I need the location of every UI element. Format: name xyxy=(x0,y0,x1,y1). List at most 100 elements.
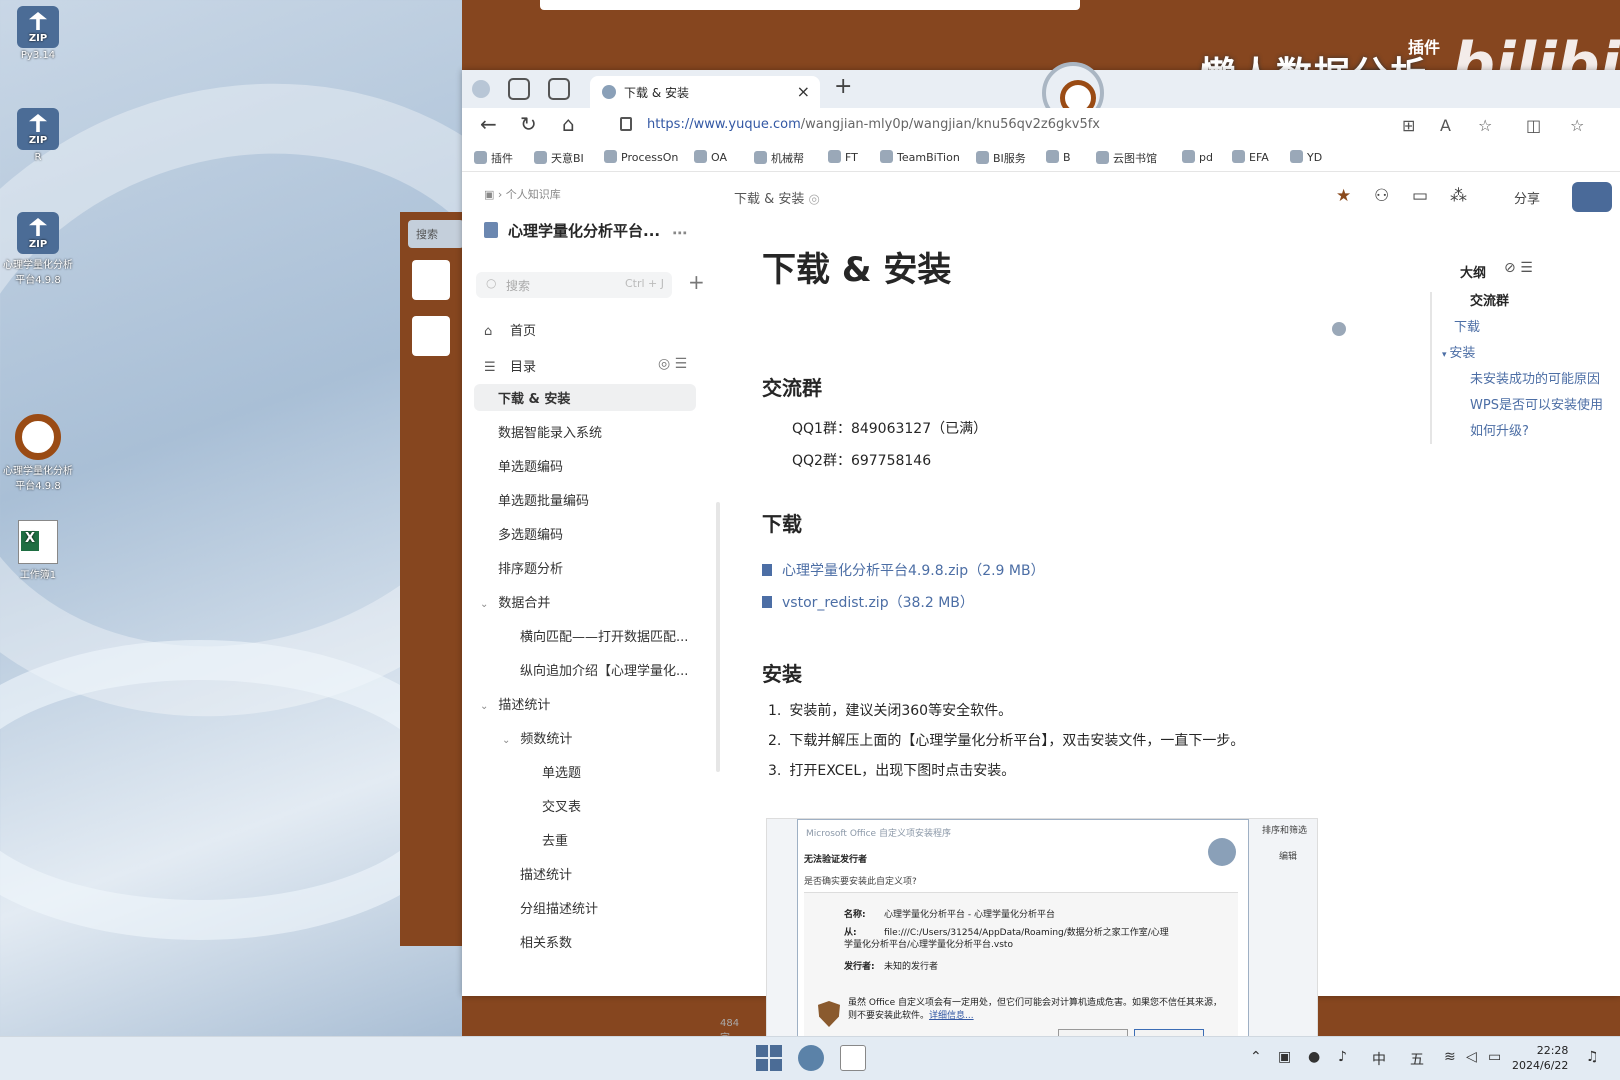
chevron-down-icon[interactable]: ⌄ xyxy=(480,599,488,610)
chevron-down-icon[interactable]: ⌄ xyxy=(480,701,488,712)
toc-tools[interactable]: ◎ ☰ xyxy=(658,356,687,372)
attachment-link[interactable]: 心理学量化分析平台4.9.8.zip（2.9 MB） xyxy=(762,560,1045,580)
read-aloud-icon[interactable]: A xyxy=(1440,116,1451,135)
outline-item[interactable]: ▾ 安装 xyxy=(1442,342,1475,361)
toc-item[interactable]: ⌄ 描述统计 xyxy=(480,694,550,713)
bookmark[interactable]: 天意BI xyxy=(534,150,584,166)
toc-item[interactable]: 单选题批量编码 xyxy=(498,490,589,509)
toc-item[interactable]: 排序题分析 xyxy=(498,558,563,577)
tab-actions-icon[interactable] xyxy=(548,78,570,100)
edge-icon[interactable] xyxy=(798,1045,824,1071)
bookmark[interactable]: 机械帮 xyxy=(754,150,804,166)
excel-icon[interactable] xyxy=(840,1045,866,1071)
wallpaper-band xyxy=(462,0,1620,70)
sidebar-item-home[interactable]: ⌂ 首页 xyxy=(484,320,536,339)
toc-item[interactable]: 去重 xyxy=(542,830,568,849)
present-icon[interactable]: ▭ xyxy=(1412,186,1428,206)
favorite-star-icon[interactable]: ☆ xyxy=(1478,116,1492,135)
wifi-icon[interactable]: ≋ xyxy=(1444,1049,1456,1065)
breadcrumb[interactable]: ▣ › 个人知识库 xyxy=(484,186,561,202)
bookmark[interactable]: FT xyxy=(828,150,858,164)
window-edge xyxy=(540,0,1080,10)
toc-item[interactable]: ⌄ 频数统计 xyxy=(502,728,572,747)
desktop-icon-platform-app[interactable]: 心理学量化分析平台4.9.8 xyxy=(0,414,76,492)
toc-item[interactable]: 纵向追加介绍【心理学量化... xyxy=(520,660,688,679)
sidebar-scrollbar[interactable] xyxy=(716,502,720,772)
close-icon[interactable]: × xyxy=(797,82,810,101)
outline-item[interactable]: 如何升级? xyxy=(1470,420,1529,439)
bookmark[interactable]: B xyxy=(1046,150,1071,164)
bookmark[interactable]: YD xyxy=(1290,150,1322,164)
info-icon[interactable] xyxy=(1332,322,1346,336)
tab-active[interactable]: 下载 & 安装 × xyxy=(590,76,820,108)
profile-icon[interactable] xyxy=(472,80,490,98)
toc-item[interactable]: 数据智能录入系统 xyxy=(498,422,602,441)
heading-download: 下载 xyxy=(762,512,802,536)
favorites-icon[interactable]: ☆ xyxy=(1570,116,1584,135)
tray-app-icon[interactable]: ▣ xyxy=(1278,1049,1291,1065)
ime-language[interactable]: 中 xyxy=(1372,1049,1386,1069)
outline-tools[interactable]: ⊘ ☰ xyxy=(1504,260,1533,276)
attachment-link[interactable]: vstor_redist.zip（38.2 MB） xyxy=(762,592,974,612)
toc-item[interactable]: 多选题编码 xyxy=(498,524,563,543)
toc-item[interactable]: 单选题 xyxy=(542,762,581,781)
sidebar-search-input[interactable]: ○ 搜索 Ctrl + J xyxy=(476,272,672,298)
mic-icon[interactable]: ♪ xyxy=(1338,1049,1347,1065)
kb-title[interactable]: 心理学量化分析平台... ⋯ xyxy=(484,220,697,242)
qq-icon[interactable]: ● xyxy=(1308,1049,1320,1065)
bookmark[interactable]: 云图书馆 xyxy=(1096,150,1157,166)
outline-item[interactable]: WPS是否可以安装使用 xyxy=(1470,394,1603,413)
toc-item[interactable]: ⌄ 数据合并 xyxy=(480,592,550,611)
bookmark[interactable]: OA xyxy=(694,150,727,164)
toc-item[interactable]: 横向匹配——打开数据匹配... xyxy=(520,626,688,645)
edit-button[interactable] xyxy=(1572,182,1612,212)
desktop-icon-py[interactable]: ZIP Py3.14 xyxy=(0,6,76,61)
toc-item[interactable]: 交叉表 xyxy=(542,796,581,815)
add-doc-button[interactable]: + xyxy=(688,270,705,294)
panel-search[interactable]: 搜索 xyxy=(408,220,464,248)
doc-breadcrumb[interactable]: 下载 & 安装 ◎ xyxy=(734,188,820,207)
toc-item[interactable]: 分组描述统计 xyxy=(520,898,598,917)
desktop-icon-r[interactable]: ZIP R xyxy=(0,108,76,163)
bookmark[interactable]: BI服务 xyxy=(976,150,1026,166)
battery-icon[interactable]: ▭ xyxy=(1488,1049,1501,1065)
toc-item[interactable]: 单选题编码 xyxy=(498,456,563,475)
start-button[interactable] xyxy=(756,1045,782,1071)
outline-item[interactable]: 交流群 xyxy=(1470,290,1509,309)
back-icon[interactable]: ← xyxy=(480,112,497,136)
notification-icon[interactable]: ♫ xyxy=(1586,1049,1599,1065)
outline-item[interactable]: 下载 xyxy=(1454,316,1480,335)
sidebar-item-toc[interactable]: ☰ 目录 xyxy=(484,356,536,375)
desktop-icon-workbook[interactable]: X 工作簿1 xyxy=(0,520,76,581)
collections-icon[interactable] xyxy=(508,78,530,100)
url-input[interactable]: https://www.yuque.com/wangjian-mly0p/wan… xyxy=(647,117,1100,132)
chevron-down-icon[interactable]: ⌄ xyxy=(502,735,510,746)
new-tab-button[interactable]: + xyxy=(834,74,852,99)
toc-item[interactable]: 描述统计 xyxy=(520,864,572,883)
ime-mode[interactable]: 五 xyxy=(1410,1049,1424,1069)
bookmark[interactable]: EFA xyxy=(1232,150,1269,164)
bookmark[interactable]: pd xyxy=(1182,150,1213,164)
outline-item[interactable]: 未安装成功的可能原因 xyxy=(1470,368,1600,387)
split-screen-icon[interactable]: ◫ xyxy=(1526,116,1541,135)
toc-item[interactable]: 下载 & 安装 xyxy=(474,384,696,411)
excel-icon[interactable] xyxy=(412,260,450,300)
chevron-up-icon[interactable]: ⌃ xyxy=(1250,1049,1262,1065)
toc-item[interactable]: 相关系数 xyxy=(520,932,572,951)
volume-icon[interactable]: ◁ xyxy=(1466,1049,1477,1065)
bookmark[interactable]: 插件 xyxy=(474,150,513,166)
desktop-icon-platform-zip[interactable]: ZIP 心理学量化分析平台4.9.8 xyxy=(0,212,76,286)
home-icon[interactable]: ⌂ xyxy=(562,112,575,136)
more-icon[interactable]: ⋯ xyxy=(672,224,687,242)
collaborator-icon[interactable]: ⚇ xyxy=(1374,186,1389,206)
bookmark[interactable]: TeamBiTion xyxy=(880,150,960,164)
app-available-icon[interactable]: ⊞ xyxy=(1402,116,1415,135)
apps-icon[interactable]: ⁂ xyxy=(1450,186,1467,206)
desktop-icon-label: 心理学量化分析平台4.9.8 xyxy=(3,466,73,492)
excel-icon[interactable] xyxy=(412,316,450,356)
clock[interactable]: 22:28 2024/6/22 xyxy=(1512,1043,1568,1073)
bookmark[interactable]: ProcessOn xyxy=(604,150,678,164)
share-button[interactable]: 分享 xyxy=(1514,188,1540,207)
star-icon[interactable]: ★ xyxy=(1336,186,1351,206)
refresh-icon[interactable]: ↻ xyxy=(520,112,537,136)
